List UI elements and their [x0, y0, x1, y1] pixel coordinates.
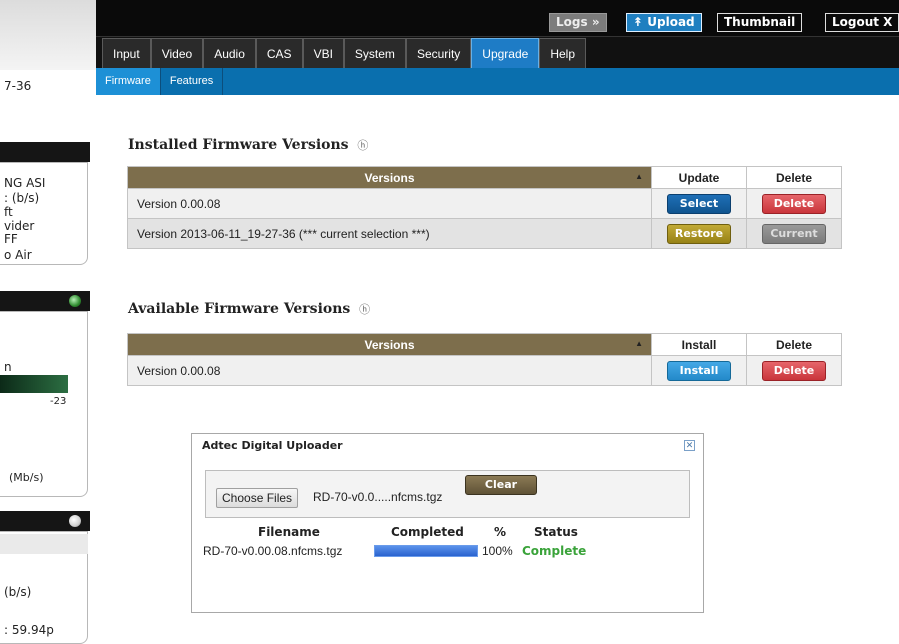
sidebar-text: : 59.94p	[4, 623, 54, 637]
sort-arrow-icon: ▲	[635, 339, 643, 348]
sort-arrow-icon: ▲	[635, 172, 643, 181]
status-header: Status	[534, 525, 578, 539]
restore-button[interactable]: Restore	[667, 223, 731, 244]
sub-nav: Firmware Features	[96, 68, 899, 95]
tab-input[interactable]: Input	[102, 38, 151, 68]
sidebar-text: (b/s)	[4, 585, 32, 599]
versions-column-header[interactable]: Versions ▲	[127, 166, 652, 189]
versions-header-label: Versions	[364, 170, 415, 185]
circled-question-icon[interactable]: ⓗ	[359, 303, 370, 316]
tab-video[interactable]: Video	[150, 38, 204, 68]
installed-table: Versions ▲ Update Delete Version 0.00.08…	[127, 166, 842, 249]
tab-system[interactable]: System	[343, 38, 406, 68]
sidebar-text: ft	[4, 205, 13, 219]
available-table: Versions ▲ Install Delete Version 0.00.0…	[127, 333, 842, 386]
percent-header: %	[494, 525, 507, 539]
meter-value: -23	[50, 396, 67, 407]
delete-button[interactable]: Delete	[762, 360, 826, 381]
install-button[interactable]: Install	[667, 360, 731, 381]
subtab-features[interactable]: Features	[161, 68, 224, 95]
double-chevron-right-icon: »	[591, 15, 600, 29]
delete-column-header: Delete	[746, 166, 842, 189]
sidebar-subheader	[0, 534, 88, 554]
logout-label: Logout X	[832, 15, 893, 29]
thumbnail-label: Thumbnail	[724, 15, 796, 29]
double-chevron-up-icon: ↟	[633, 15, 644, 29]
sidebar-text: n	[4, 360, 12, 374]
logs-button[interactable]: Logs »	[549, 13, 607, 32]
logs-label: Logs	[556, 15, 588, 29]
sidebar-text: (Mb/s)	[9, 471, 44, 484]
tab-cas[interactable]: CAS	[255, 38, 303, 68]
tab-upgrade[interactable]: Upgrade	[471, 38, 540, 68]
delete-button[interactable]: Delete	[762, 193, 826, 214]
sidebar-text: 7-36	[4, 79, 32, 93]
table-row: Version 0.00.08 Install Delete	[127, 355, 842, 386]
tab-audio[interactable]: Audio	[203, 38, 256, 68]
main-nav: Input Video Audio CAS VBI System Securit…	[96, 36, 899, 68]
upload-status: Complete	[522, 544, 587, 558]
current-button: Current	[762, 223, 826, 244]
update-column-header: Update	[651, 166, 747, 189]
logout-button[interactable]: Logout X	[825, 13, 899, 32]
upload-file-name: RD-70-v0.00.08.nfcms.tgz	[203, 544, 343, 558]
upload-button[interactable]: ↟ Upload	[626, 13, 702, 32]
tab-vbi[interactable]: VBI	[302, 38, 344, 68]
installed-title: Installed Firmware Versions ⓗ	[128, 137, 368, 153]
sidebar-panel	[0, 311, 88, 497]
completed-header: Completed	[391, 525, 464, 539]
sidebar-text: vider	[4, 219, 35, 233]
top-bar: Logs » ↟ Upload Thumbnail Logout X	[96, 0, 899, 36]
tab-help[interactable]: Help	[539, 38, 587, 68]
status-led-icon	[69, 295, 81, 307]
sidebar-text: NG ASI	[4, 176, 46, 190]
upload-progress-fill	[375, 546, 477, 556]
chosen-file-name: RD-70-v0.0.....nfcms.tgz	[313, 490, 443, 504]
available-title-text: Available Firmware Versions	[128, 301, 351, 317]
uploader-dialog: Adtec Digital Uploader ✕ Choose Files RD…	[191, 433, 704, 613]
filename-header: Filename	[258, 525, 320, 539]
level-meter	[0, 375, 68, 393]
sidebar-text: FF	[4, 232, 18, 246]
install-column-header: Install	[651, 333, 747, 356]
file-picker-area: Choose Files RD-70-v0.0.....nfcms.tgz Cl…	[205, 470, 690, 518]
delete-column-header: Delete	[746, 333, 842, 356]
circled-question-icon[interactable]: ⓗ	[357, 139, 368, 152]
clear-button[interactable]: Clear	[465, 475, 537, 495]
uploader-title: Adtec Digital Uploader	[202, 439, 343, 452]
upload-label: Upload	[647, 15, 695, 29]
subtab-firmware[interactable]: Firmware	[96, 68, 161, 95]
status-led-icon	[69, 515, 81, 527]
upload-percent: 100%	[482, 544, 513, 558]
upload-progress-bar	[374, 545, 478, 557]
sidebar-text: o Air	[4, 248, 32, 262]
table-row: Version 0.00.08 Select Delete	[127, 188, 842, 219]
versions-header-label: Versions	[364, 337, 415, 352]
version-cell: Version 2013-06-11_19-27-36 (*** current…	[127, 218, 652, 249]
installed-title-text: Installed Firmware Versions	[128, 137, 349, 153]
table-row: Version 2013-06-11_19-27-36 (*** current…	[127, 218, 842, 249]
sidebar-section-bar	[0, 142, 90, 162]
version-cell: Version 0.00.08	[127, 188, 652, 219]
left-sidebar: 7-36 NG ASI : (b/s) ft vider FF o Air n …	[0, 0, 96, 644]
available-title: Available Firmware Versions ⓗ	[128, 301, 370, 317]
close-icon[interactable]: ✕	[684, 440, 695, 451]
select-button[interactable]: Select	[667, 193, 731, 214]
versions-column-header[interactable]: Versions ▲	[127, 333, 652, 356]
thumbnail-button[interactable]: Thumbnail	[717, 13, 803, 32]
sidebar-text: : (b/s)	[4, 191, 40, 205]
version-cell: Version 0.00.08	[127, 355, 652, 386]
choose-files-button[interactable]: Choose Files	[216, 488, 299, 508]
tab-security[interactable]: Security	[405, 38, 472, 68]
sidebar-header	[0, 0, 96, 70]
